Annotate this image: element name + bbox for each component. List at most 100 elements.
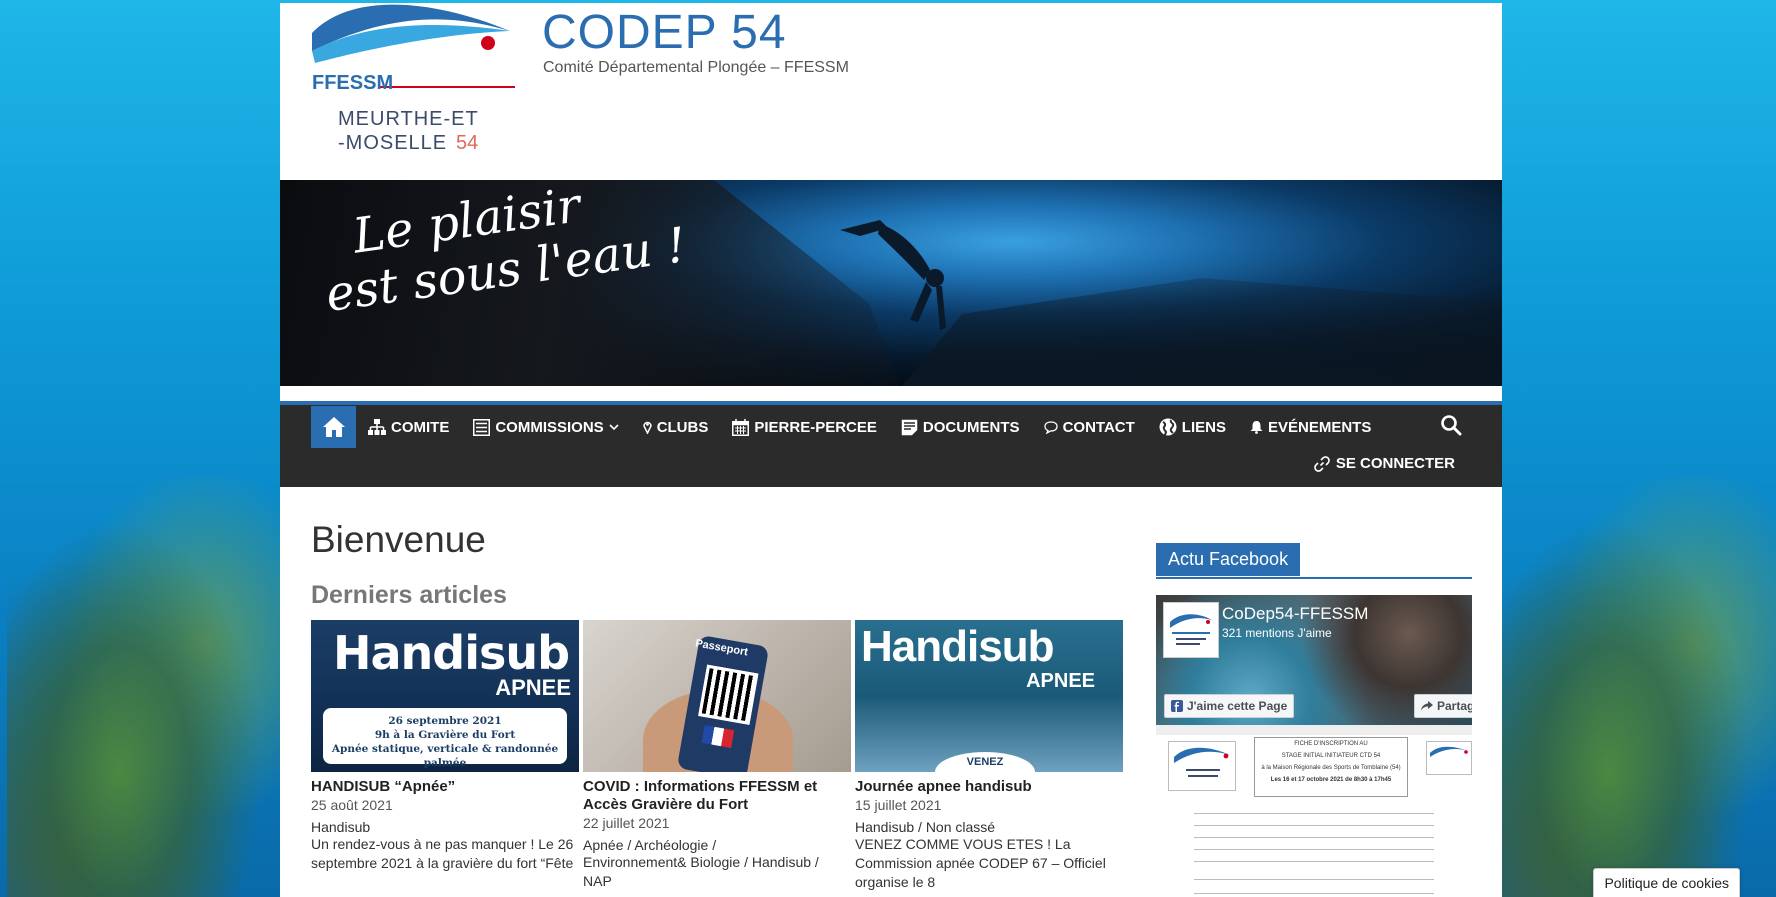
background-seabed-right <box>1496 477 1776 897</box>
login-link[interactable]: SE CONNECTER <box>1313 455 1455 472</box>
post-card: Handisub APNEE 26 septembre 2021 9h à la… <box>311 620 579 892</box>
nav-item-pierre-percee-label: PIERRE-PERCEE <box>754 418 877 436</box>
form-header-box: FICHE D'INSCRIPTION AU STAGE INITIAL INI… <box>1254 737 1408 797</box>
post-title[interactable]: Journée apnee handisub <box>855 778 1123 796</box>
post-thumbnail[interactable]: Passeport <box>583 620 851 772</box>
post-categories[interactable]: Apnée / Archéologie / <box>583 837 851 853</box>
widget-header: Actu Facebook <box>1156 543 1472 579</box>
thumb-card-line: 26 septembre 2021 <box>388 715 502 727</box>
post-thumbnail[interactable]: Handisub APNEE VENEZ <box>855 620 1123 772</box>
nav-item-clubs[interactable]: CLUBS <box>642 418 709 436</box>
logo-number-text: 54 <box>456 132 478 154</box>
nav-item-documents-label: DOCUMENTS <box>922 418 1020 436</box>
form-line <box>1194 813 1434 814</box>
qr-code-icon <box>698 664 759 725</box>
nav-item-pierre-percee[interactable]: PIERRE-PERCEE <box>732 418 877 436</box>
post-date[interactable]: 15 juillet 2021 <box>855 797 1123 813</box>
post-title[interactable]: COVID : Informations FFESSM et Accès Gra… <box>583 778 851 814</box>
nav-item-comite[interactable]: COMITE <box>368 419 449 436</box>
post-card: Passeport COVID : Informations FFESSM et… <box>583 620 851 892</box>
post-title[interactable]: HANDISUB “Apnée” <box>311 778 579 796</box>
thumb-handisub-title: Handisub <box>861 622 1054 671</box>
cookie-policy-button[interactable]: Politique de cookies <box>1593 868 1740 897</box>
facebook-post-image[interactable]: FICHE D'INSCRIPTION AU STAGE INITIAL INI… <box>1156 735 1472 897</box>
logo-line3-text: -MOSELLE <box>338 132 447 154</box>
nav-item-clubs-label: CLUBS <box>656 418 709 436</box>
login-link-label: SE CONNECTER <box>1335 455 1455 472</box>
post-excerpt: VENEZ COMME VOUS ETES ! La Commission ap… <box>855 836 1106 890</box>
ffessm-logo-icon: FFESSM MEURTHE-ET -MOSELLE 54 <box>312 4 515 154</box>
main-content: Bienvenue Derniers articles Handisub APN… <box>311 487 1131 892</box>
ffessm-logo-icon <box>1426 741 1472 775</box>
form-line <box>1194 879 1434 880</box>
logo-ffessm-text: FFESSM <box>312 72 393 94</box>
nav-item-contact-label: CONTACT <box>1062 418 1135 436</box>
facebook-page-widget[interactable]: CoDep54-FFESSM 321 mentions J'aime J'aim… <box>1156 595 1472 897</box>
sidebar: Actu Facebook CoDep54-FFESSM 321 mention… <box>1156 543 1472 897</box>
calendar-icon <box>732 418 750 436</box>
diver-silhouette-icon <box>840 220 946 330</box>
home-button[interactable] <box>311 406 356 448</box>
search-button[interactable] <box>1440 414 1462 441</box>
document-icon <box>901 419 918 436</box>
thumb-card-line: 9h à la Gravière du Fort <box>374 729 516 741</box>
background-seabed-left <box>7 477 287 897</box>
post-card: Handisub APNEE VENEZ Journée apnee handi… <box>855 620 1123 892</box>
post-categories[interactable]: Handisub / Non classé <box>855 819 1123 835</box>
thumb-card-line: Apnée statique, verticale & randonnée pa… <box>331 743 559 769</box>
post-date[interactable]: 25 août 2021 <box>311 797 579 813</box>
page-title: Bienvenue <box>311 519 486 560</box>
form-line <box>1194 849 1434 850</box>
bell-icon <box>1250 420 1263 434</box>
search-icon <box>1441 415 1462 436</box>
ffessm-logo-icon <box>1170 614 1212 645</box>
registration-form-image: FICHE D'INSCRIPTION AU STAGE INITIAL INI… <box>1164 735 1472 897</box>
nav-item-comite-label: COMITE <box>391 418 450 436</box>
facebook-likes-count: 321 mentions J'aime <box>1222 626 1332 640</box>
thumb-apnee-label: APNEE <box>495 675 571 700</box>
nav-menu: COMITE COMMISSIONS CLUBS PIERRE-PERCEE D… <box>368 405 1395 449</box>
recent-posts-list: Handisub APNEE 26 septembre 2021 9h à la… <box>311 620 1131 892</box>
post-excerpt: Environnement& Biologie / Handisub / NAP <box>583 854 819 889</box>
site-title[interactable]: CODEP 54 <box>542 5 787 60</box>
nav-item-documents[interactable]: DOCUMENTS <box>901 419 1020 436</box>
form-line <box>1194 861 1434 862</box>
nav-item-commissions[interactable]: COMMISSIONS <box>473 418 619 436</box>
facebook-share-button[interactable]: Partag <box>1414 694 1472 718</box>
nav-item-contact[interactable]: CONTACT <box>1043 418 1135 436</box>
site-header: FFESSM MEURTHE-ET -MOSELLE 54 CODEP 54 C… <box>280 3 1502 180</box>
facebook-avatar[interactable] <box>1163 602 1219 658</box>
form-line <box>1194 893 1434 894</box>
form-title-line: Les 16 et 17 octobre 2021 de 8h30 à 17h4… <box>1270 777 1392 783</box>
form-title-line: à la Maison Régionale des Sports de Tomb… <box>1261 765 1401 771</box>
site-description: Comité Départemental Plongée – FFESSM <box>543 59 849 76</box>
page-container: FFESSM MEURTHE-ET -MOSELLE 54 CODEP 54 C… <box>280 3 1502 897</box>
thumb-apnee-label: APNEE <box>1026 670 1095 692</box>
post-date[interactable]: 22 juillet 2021 <box>583 815 851 831</box>
facebook-like-label: J'aime cette Page <box>1187 699 1288 713</box>
nav-item-evenements[interactable]: EVÉNEMENTS <box>1250 419 1371 436</box>
site-logo[interactable]: FFESSM MEURTHE-ET -MOSELLE 54 <box>310 3 520 163</box>
post-thumbnail[interactable]: Handisub APNEE 26 septembre 2021 9h à la… <box>311 620 579 772</box>
post-excerpt: Un rendez-vous à ne pas manquer ! Le 26 … <box>311 836 574 871</box>
facebook-page-name[interactable]: CoDep54-FFESSM <box>1222 604 1368 624</box>
thumb-venez-label: VENEZ <box>935 752 1035 772</box>
map-pin-icon <box>642 420 652 434</box>
facebook-share-label: Partag <box>1437 699 1472 713</box>
nav-item-liens[interactable]: LIENS <box>1159 418 1226 436</box>
nav-item-liens-label: LIENS <box>1181 418 1226 436</box>
nav-item-evenements-label: EVÉNEMENTS <box>1267 418 1372 436</box>
main-navigation: COMITE COMMISSIONS CLUBS PIERRE-PERCEE D… <box>280 401 1502 487</box>
ffessm-logo-icon <box>1168 741 1236 791</box>
logo-line2-text: MEURTHE-ET <box>338 108 479 130</box>
facebook-like-button[interactable]: J'aime cette Page <box>1164 694 1295 718</box>
sitemap-icon <box>368 419 386 435</box>
share-icon <box>1421 701 1433 711</box>
facebook-icon <box>1171 700 1183 712</box>
post-categories[interactable]: Handisub <box>311 819 579 835</box>
home-icon <box>322 417 345 437</box>
facebook-cover[interactable]: CoDep54-FFESSM 321 mentions J'aime J'aim… <box>1156 595 1472 725</box>
link-icon <box>1313 455 1330 472</box>
speech-bubble-icon <box>1043 420 1058 434</box>
form-title-line: FICHE D'INSCRIPTION AU <box>1294 741 1368 747</box>
